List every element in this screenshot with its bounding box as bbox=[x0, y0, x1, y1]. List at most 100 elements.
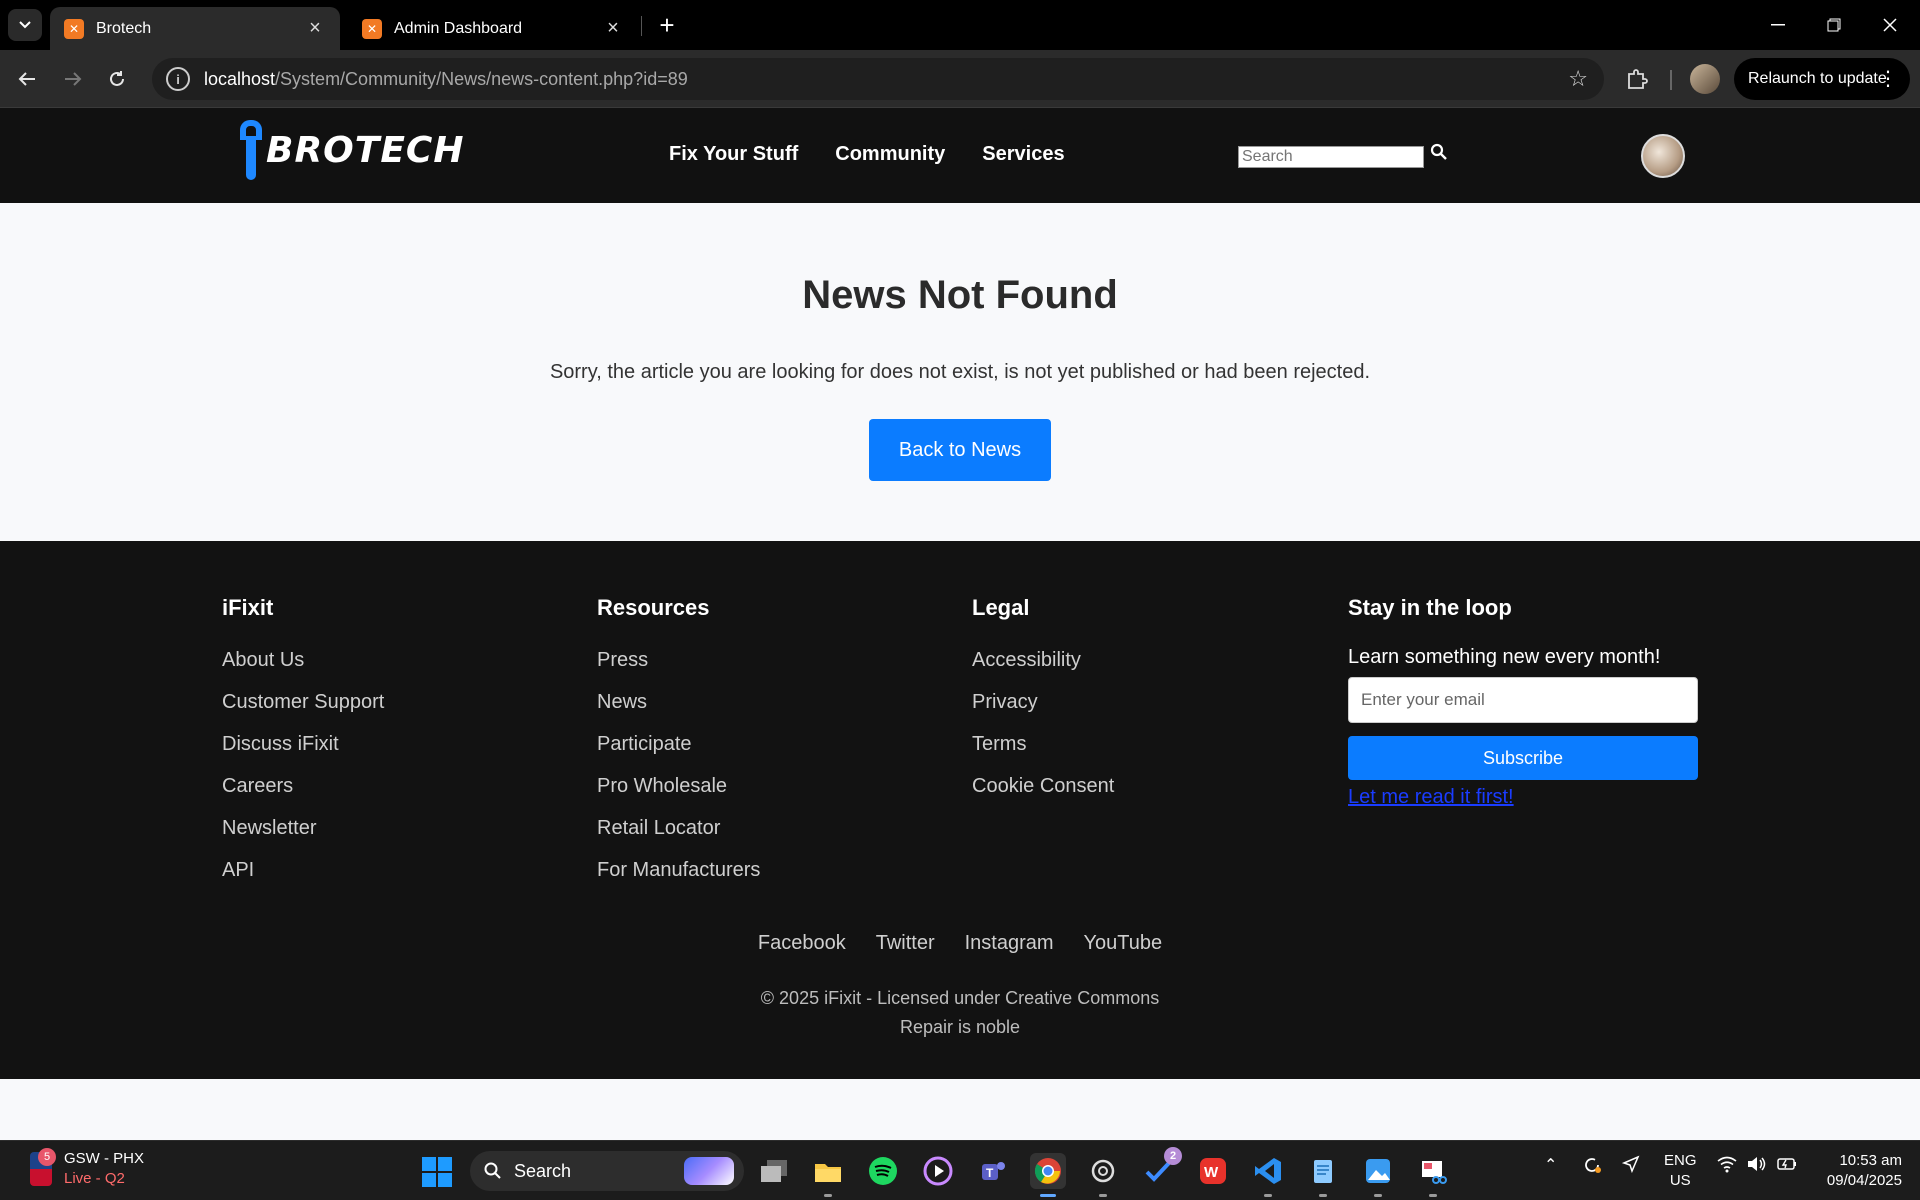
wifi-icon[interactable] bbox=[1716, 1155, 1738, 1178]
close-icon bbox=[1883, 18, 1897, 32]
tab-title: Brotech bbox=[96, 19, 152, 37]
clock-time: 10:53 am bbox=[1839, 1152, 1902, 1169]
footer-link-discuss[interactable]: Discuss iFixit bbox=[222, 723, 384, 765]
footer-link-newsletter[interactable]: Newsletter bbox=[222, 807, 384, 849]
email-field[interactable]: Enter your email bbox=[1348, 677, 1698, 723]
minimize-button[interactable] bbox=[1750, 0, 1806, 50]
notepad-icon[interactable] bbox=[1305, 1153, 1341, 1197]
clock[interactable]: 10:53 am 09/04/2025 bbox=[1812, 1151, 1902, 1191]
restore-button[interactable] bbox=[1806, 0, 1862, 50]
close-icon[interactable]: × bbox=[602, 17, 624, 40]
battery-icon[interactable] bbox=[1776, 1155, 1798, 1178]
openai-icon[interactable] bbox=[1085, 1153, 1121, 1197]
vscode-icon[interactable] bbox=[1250, 1153, 1286, 1197]
spotify-icon[interactable] bbox=[865, 1153, 901, 1189]
chevron-down-icon bbox=[19, 21, 31, 29]
media-player-icon[interactable] bbox=[920, 1153, 956, 1189]
footer-link-terms[interactable]: Terms bbox=[972, 723, 1114, 765]
location-icon[interactable] bbox=[1621, 1155, 1640, 1178]
taskbar-search[interactable]: Search bbox=[470, 1151, 744, 1191]
subscribe-button[interactable]: Subscribe bbox=[1348, 736, 1698, 780]
xampp-icon: ✕ bbox=[64, 18, 84, 39]
todo-badge: 2 bbox=[1164, 1147, 1182, 1165]
region-code: US bbox=[1669, 1172, 1691, 1189]
user-avatar[interactable] bbox=[1641, 134, 1685, 178]
profile-avatar[interactable] bbox=[1690, 64, 1720, 94]
social-facebook[interactable]: Facebook bbox=[758, 932, 846, 955]
new-tab-button[interactable]: + bbox=[652, 10, 682, 40]
widget-score-status: Live - Q2 bbox=[64, 1170, 125, 1187]
toolbar-divider bbox=[1670, 70, 1672, 90]
footer-link-privacy[interactable]: Privacy bbox=[972, 681, 1114, 723]
notification-badge: 5 bbox=[38, 1148, 56, 1166]
footer-col-resources: Resources Press News Participate Pro Who… bbox=[597, 595, 760, 891]
chrome-icon[interactable] bbox=[1030, 1153, 1066, 1197]
address-bar[interactable]: i localhost/System/Community/News/news-c… bbox=[152, 58, 1604, 100]
url-host: localhost bbox=[204, 68, 276, 89]
main-nav: Fix Your Stuff Community Services bbox=[669, 143, 1065, 166]
footer-col-ifixit: iFixit About Us Customer Support Discuss… bbox=[222, 595, 384, 891]
footer-link-careers[interactable]: Careers bbox=[222, 765, 384, 807]
wps-office-icon[interactable]: W bbox=[1195, 1153, 1231, 1189]
reload-button[interactable] bbox=[100, 62, 134, 96]
back-button[interactable] bbox=[10, 62, 44, 96]
volume-icon[interactable] bbox=[1746, 1155, 1768, 1178]
footer-link-news[interactable]: News bbox=[597, 681, 760, 723]
page-bottom-area bbox=[0, 1079, 1920, 1140]
snipping-tool-icon[interactable] bbox=[1415, 1153, 1451, 1197]
show-hidden-icons-chevron-icon[interactable]: ⌃ bbox=[1544, 1155, 1557, 1175]
teams-icon[interactable]: T bbox=[975, 1153, 1011, 1189]
nav-community[interactable]: Community bbox=[835, 143, 945, 166]
brotech-logo[interactable]: BROTECH bbox=[240, 120, 464, 180]
nba-icon: 5 bbox=[30, 1148, 56, 1186]
social-twitter[interactable]: Twitter bbox=[876, 932, 935, 955]
site-info-icon[interactable]: i bbox=[166, 67, 190, 91]
back-to-news-button[interactable]: Back to News bbox=[869, 419, 1051, 481]
bookmark-star-icon[interactable]: ☆ bbox=[1568, 66, 1588, 92]
footer-link-customer-support[interactable]: Customer Support bbox=[222, 681, 384, 723]
nav-services[interactable]: Services bbox=[982, 143, 1064, 166]
footer-link-press[interactable]: Press bbox=[597, 639, 760, 681]
footer-link-participate[interactable]: Participate bbox=[597, 723, 760, 765]
relaunch-label: Relaunch to update bbox=[1748, 70, 1887, 87]
tab-brotech[interactable]: ✕ Brotech × bbox=[50, 7, 340, 50]
extensions-icon[interactable] bbox=[1622, 64, 1652, 94]
tab-search-button[interactable] bbox=[8, 9, 42, 41]
more-menu-icon[interactable]: ⋮ bbox=[1878, 66, 1898, 91]
reload-icon bbox=[110, 71, 124, 86]
social-youtube[interactable]: YouTube bbox=[1084, 932, 1163, 955]
file-explorer-icon[interactable] bbox=[810, 1153, 846, 1197]
tab-admin-dashboard[interactable]: ✕ Admin Dashboard × bbox=[348, 7, 638, 50]
site-search-input[interactable] bbox=[1238, 146, 1424, 168]
language-indicator[interactable]: ENG US bbox=[1664, 1151, 1697, 1191]
search-icon bbox=[484, 1162, 501, 1179]
footer-link-for-manufacturers[interactable]: For Manufacturers bbox=[597, 849, 760, 891]
close-icon[interactable]: × bbox=[304, 17, 326, 40]
todo-icon[interactable]: 2 bbox=[1140, 1147, 1182, 1189]
main-content: News Not Found Sorry, the article you ar… bbox=[0, 203, 1920, 541]
xampp-icon: ✕ bbox=[362, 18, 382, 39]
footer-link-cookie-consent[interactable]: Cookie Consent bbox=[972, 765, 1114, 807]
footer-link-retail-locator[interactable]: Retail Locator bbox=[597, 807, 760, 849]
task-view-icon[interactable] bbox=[756, 1153, 792, 1189]
close-window-button[interactable] bbox=[1862, 0, 1918, 50]
sports-widget[interactable]: 5 GSW - PHX Live - Q2 bbox=[30, 1148, 144, 1189]
footer-link-about-us[interactable]: About Us bbox=[222, 639, 384, 681]
photos-icon[interactable] bbox=[1360, 1153, 1396, 1197]
forward-button[interactable] bbox=[56, 62, 90, 96]
brand-name: BROTECH bbox=[266, 129, 465, 171]
windows-start-icon[interactable] bbox=[422, 1157, 452, 1187]
social-instagram[interactable]: Instagram bbox=[965, 932, 1054, 955]
social-links: Facebook Twitter Instagram YouTube bbox=[0, 932, 1920, 955]
relaunch-button[interactable]: Relaunch to update ⋮ bbox=[1734, 58, 1910, 100]
newsletter-block: Stay in the loop Learn something new eve… bbox=[1348, 595, 1698, 809]
read-first-link[interactable]: Let me read it first! bbox=[1348, 786, 1698, 809]
search-icon[interactable] bbox=[1430, 143, 1450, 165]
nav-fix-your-stuff[interactable]: Fix Your Stuff bbox=[669, 143, 798, 166]
tab-title: Admin Dashboard bbox=[394, 19, 523, 37]
footer-link-pro-wholesale[interactable]: Pro Wholesale bbox=[597, 765, 760, 807]
footer-link-accessibility[interactable]: Accessibility bbox=[972, 639, 1114, 681]
wrench-icon bbox=[240, 120, 262, 180]
footer-link-api[interactable]: API bbox=[222, 849, 384, 891]
sync-icon[interactable] bbox=[1582, 1155, 1602, 1180]
